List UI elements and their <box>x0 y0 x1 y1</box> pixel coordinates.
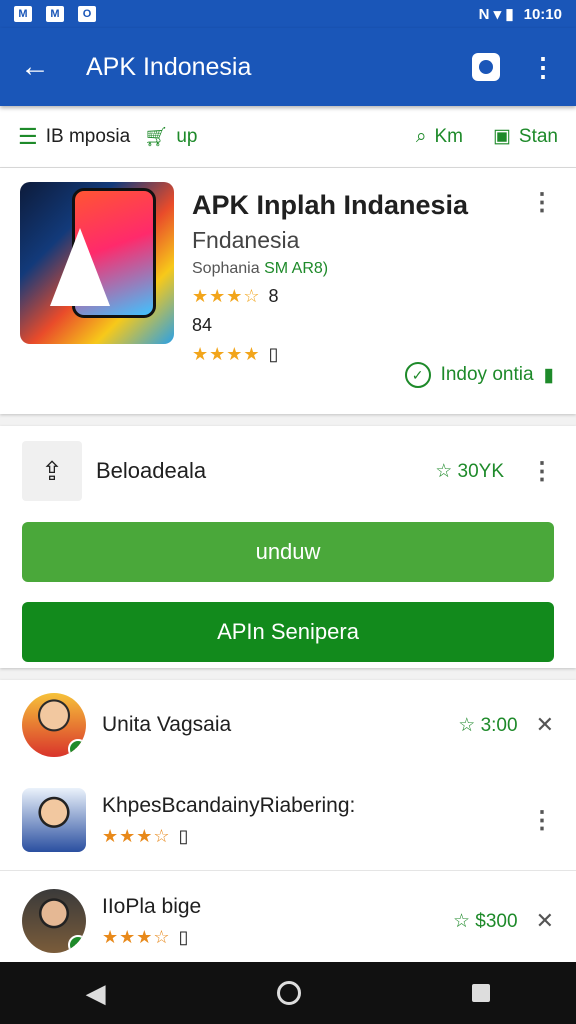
rating-row-1: ★★★☆ 8 <box>192 286 556 307</box>
app-details-card: APK Inplah Indanesia Fndanesia Sophania … <box>0 168 576 414</box>
list-icon: ☰ <box>18 123 38 149</box>
filter-cart[interactable]: 🛒︎ up <box>144 125 197 149</box>
list-item-stars-row: ★★★☆ ▯ <box>102 826 530 847</box>
star-rating-icon: ★★★☆ <box>102 926 171 947</box>
list-item[interactable]: ✓ IIoPla bige ★★★☆ ▯ ☆ $300 ✕ <box>22 871 554 971</box>
download-card: ⇪ Beloadeala ☆ 30YK ⋮ unduw APIn Seniper… <box>0 426 576 668</box>
notification-icon: M <box>46 6 64 22</box>
page-title: APK Indonesia <box>86 52 252 81</box>
filter-bar: ☰ IB mposia 🛒︎ up ⌕ Km ▣ Stan <box>0 106 576 168</box>
back-arrow-icon[interactable]: ← <box>20 50 60 84</box>
badge-icon: ✓ <box>404 362 431 388</box>
app-bar: ← APK Indonesia ⋮ <box>0 28 576 106</box>
more-vert-icon[interactable]: ⋮ <box>530 457 554 486</box>
more-vert-icon[interactable]: ⋮ <box>530 806 554 835</box>
status-time: 10:10 <box>523 5 562 23</box>
app-subtitle: Fndanesia <box>192 227 300 253</box>
stat-row: 84 <box>192 315 556 336</box>
filter-search[interactable]: ⌕ Km <box>416 126 463 148</box>
badge-label: Indoy ontia <box>440 364 534 385</box>
logo-graphic <box>50 228 110 306</box>
avatar <box>22 788 86 852</box>
list-item-rating-value: 3:00 <box>480 714 518 736</box>
review-list: ✓ Unita Vagsaia ☆ 3:00 ✕ KhpesBcandainyR… <box>0 680 576 980</box>
list-item-name: IIoPla bige <box>102 894 202 918</box>
list-item-stars-row: ★★★☆ ▯ <box>102 927 453 948</box>
more-vert-icon[interactable]: ⋮ <box>530 188 554 217</box>
app-badge[interactable]: ✓ Indoy ontia ▮ <box>404 362 554 388</box>
list-item-rating-value: $300 <box>475 910 518 932</box>
list-item[interactable]: KhpesBcandainyRiabering: ★★★☆ ▯ ⋮ <box>22 770 554 870</box>
star-rating-icon: ★★★☆ <box>102 825 171 846</box>
download-header: ⇪ Beloadeala ☆ 30YK ⋮ <box>22 436 554 506</box>
status-icons-right: N ▾ ▮ 10:10 <box>478 5 562 24</box>
verified-icon: ✓ <box>68 739 86 757</box>
phone-icon: ▯ <box>268 344 279 364</box>
star-rating-icon: ★★★☆ <box>192 286 261 306</box>
status-bar: M M O N ▾ ▮ 10:10 <box>0 0 576 28</box>
developer-tag: SM AR8) <box>264 260 329 277</box>
avatar: ✓ <box>22 693 86 757</box>
share-icon[interactable]: ⇪ <box>22 441 82 501</box>
signal-icons: N ▾ ▮ <box>478 6 514 23</box>
download-rating: ☆ 30YK <box>435 460 504 482</box>
notification-icon: M <box>14 6 32 22</box>
nav-home-icon[interactable] <box>276 981 301 1005</box>
phone-icon: ▯ <box>178 926 189 947</box>
app-icon-image <box>20 182 174 344</box>
list-item-body: IIoPla bige ★★★☆ ▯ <box>102 895 453 948</box>
list-item[interactable]: ✓ Unita Vagsaia ☆ 3:00 ✕ <box>22 680 554 770</box>
star-rating-icon: ★★★★ <box>192 344 261 364</box>
list-item-body: KhpesBcandainyRiabering: ★★★☆ ▯ <box>102 794 530 847</box>
app-name: APK Inplah Indanesia <box>192 190 469 220</box>
list-item-name: KhpesBcandainyRiabering: <box>102 793 356 817</box>
filter-search-label: Km <box>434 125 463 147</box>
book-icon: ▣ <box>492 126 511 147</box>
status-icons-left: M M O <box>14 6 96 22</box>
list-item-rating: ☆ $300 <box>452 910 518 932</box>
download-label: Beloadeala <box>96 458 207 483</box>
list-item-rating: ☆ 3:00 <box>458 714 518 736</box>
notification-icon: O <box>78 6 96 22</box>
search-icon: ⌕ <box>415 125 427 147</box>
more-vert-icon[interactable]: ⋮ <box>530 52 556 83</box>
close-icon[interactable]: ✕ <box>536 908 554 934</box>
download-rating-value: 30YK <box>457 460 504 482</box>
filter-left[interactable]: ☰ IB mposia <box>18 124 130 150</box>
developer-name: Sophania <box>192 260 260 277</box>
filter-cart-label: up <box>176 125 198 147</box>
list-item-name: Unita Vagsaia <box>102 713 232 736</box>
stat-2: 84 <box>192 315 213 335</box>
filter-store-label: Stan <box>518 125 558 147</box>
lock-icon: ▮ <box>543 364 554 386</box>
app-developer: Sophania SM AR8) <box>192 260 556 278</box>
nav-recents-icon[interactable] <box>472 984 491 1002</box>
cart-icon: 🛒︎ <box>144 126 169 148</box>
nav-back-icon[interactable]: ◀ <box>86 978 106 1009</box>
phone-icon: ▯ <box>178 825 189 846</box>
stat-1: 8 <box>268 286 279 306</box>
filter-store[interactable]: ▣ Stan <box>493 125 558 148</box>
download-button[interactable]: unduw <box>22 522 554 582</box>
camera-icon[interactable] <box>472 53 500 81</box>
secondary-button[interactable]: APIn Senipera <box>22 602 554 662</box>
avatar: ✓ <box>22 889 86 953</box>
verified-icon: ✓ <box>68 935 86 953</box>
filter-left-label: IB mposia <box>45 125 131 147</box>
close-icon[interactable]: ✕ <box>536 712 554 738</box>
system-nav-bar: ◀ <box>0 962 576 1024</box>
